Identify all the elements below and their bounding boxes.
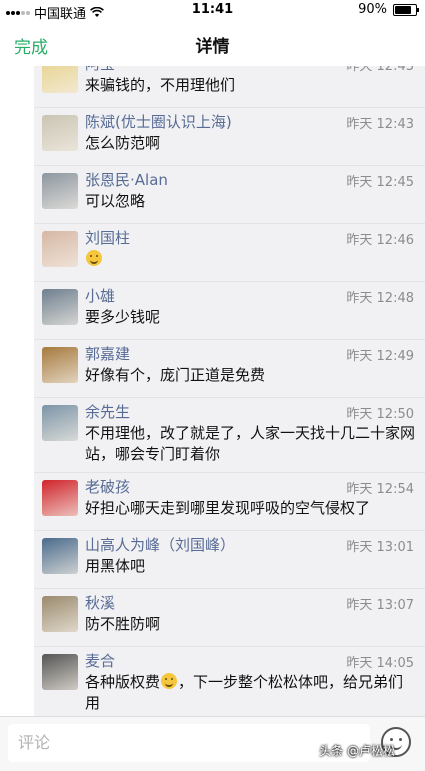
avatar[interactable] <box>42 654 78 690</box>
comment-time: 昨天 12:54 <box>346 482 414 497</box>
comment-time: 昨天 12:46 <box>346 233 414 248</box>
comment-time: 昨天 12:43 <box>346 117 414 132</box>
comment-item[interactable]: 刘国柱 昨天 12:46 <box>34 224 425 282</box>
smiling-face-emoji <box>86 250 102 266</box>
commenter-name[interactable]: 刘国柱 <box>85 227 130 248</box>
comment-text: 用黑体吧 <box>85 557 146 575</box>
commenter-name[interactable]: 山高人为峰（刘国峰） <box>85 534 235 555</box>
comment-text: 好担心哪天走到哪里发现呼吸的空气侵权了 <box>85 499 371 517</box>
comment-item[interactable]: 余先生 昨天 12:50 不用理他，改了就是了，人家一天找十几二十家网站，哪会专门盯… <box>34 398 425 473</box>
comment-time: 昨天 12:48 <box>346 291 414 306</box>
commenter-name[interactable]: 郭嘉建 <box>85 343 130 364</box>
commenter-name[interactable]: 小雄 <box>85 285 115 306</box>
battery-percent: 90% <box>358 2 387 17</box>
comment-text: 要多少钱呢 <box>85 308 161 326</box>
avatar[interactable] <box>42 405 78 441</box>
status-bar: 中国联通 11:41 90% <box>0 0 425 22</box>
comment-item[interactable]: 秋溪 昨天 13:07 防不胜防啊 <box>34 589 425 647</box>
comment-item[interactable]: 阿宝 昨天 12:43 来骗钱的，不用理他们 <box>34 66 425 108</box>
commenter-name[interactable]: 老破孩 <box>85 476 130 497</box>
comment-text: 好像有个，庞门正道是免费 <box>85 366 266 384</box>
avatar[interactable] <box>42 66 78 93</box>
comment-text: 不用理他，改了就是了，人家一天找十几二十家网站，哪会专门盯着你 <box>85 424 416 463</box>
comment-item[interactable]: 山高人为峰（刘国峰） 昨天 13:01 用黑体吧 <box>34 531 425 589</box>
comment-time: 昨天 12:43 <box>346 66 414 74</box>
status-right: 90% <box>358 2 419 17</box>
comments-panel: 阿宝昨天 12:43来骗钱的，不用理他们陈斌(优士圈认识上海)昨天 12:43怎… <box>34 66 425 716</box>
page-title: 详情 <box>195 37 230 57</box>
nav-bar: 完成 详情 <box>0 20 425 66</box>
comment-text <box>85 249 415 270</box>
comment-time: 昨天 12:45 <box>346 175 414 190</box>
commenter-name[interactable]: 陈斌(优士圈认识上海) <box>85 111 232 132</box>
comment-item[interactable]: 张恩民·Alan 昨天 12:45 可以忽略 <box>34 166 425 224</box>
avatar[interactable] <box>42 289 78 325</box>
commenter-name[interactable]: 余先生 <box>85 401 130 422</box>
comment-text: 可以忽略 <box>85 192 146 210</box>
comment-item[interactable]: 陈斌(优士圈认识上海) 昨天 12:43 怎么防范啊 <box>34 108 425 166</box>
comment-time: 昨天 13:01 <box>346 540 414 555</box>
commenter-name[interactable]: 秋溪 <box>85 592 115 613</box>
watermark: 头条 @卢松松 <box>319 744 395 758</box>
avatar[interactable] <box>42 347 78 383</box>
commenter-name[interactable]: 麦合 <box>85 650 115 671</box>
battery-icon <box>393 3 419 16</box>
comment-item[interactable]: 麦合 昨天 14:05 各种版权费 ，下一步整个松松体吧，给兄弟们用 <box>34 647 425 716</box>
comment-item[interactable]: 郭嘉建 昨天 12:49 好像有个，庞门正道是免费 <box>34 340 425 398</box>
comment-item[interactable]: 小雄 昨天 12:48 要多少钱呢 <box>34 282 425 340</box>
comment-text: 怎么防范啊 <box>85 134 161 152</box>
commenter-name[interactable]: 阿宝 <box>85 66 115 74</box>
comment-list[interactable]: 阿宝昨天 12:43来骗钱的，不用理他们陈斌(优士圈认识上海)昨天 12:43怎… <box>0 66 425 716</box>
avatar[interactable] <box>42 173 78 209</box>
comment-time: 昨天 14:05 <box>346 656 414 671</box>
comment-time: 昨天 12:49 <box>346 349 414 364</box>
avatar[interactable] <box>42 480 78 516</box>
avatar[interactable] <box>42 538 78 574</box>
comment-text-part: 各种版权费 <box>85 673 161 691</box>
crying-face-emoji <box>161 673 178 689</box>
avatar[interactable] <box>42 115 78 151</box>
avatar[interactable] <box>42 596 78 632</box>
comment-input[interactable]: 评论 <box>8 724 370 762</box>
comment-item[interactable]: 老破孩 昨天 12:54 好担心哪天走到哪里发现呼吸的空气侵权了 <box>34 473 425 531</box>
comment-text: 来骗钱的，不用理他们 <box>85 76 236 94</box>
comment-time: 昨天 12:50 <box>346 407 414 422</box>
comment-text: 各种版权费 ，下一步整个松松体吧，给兄弟们用 <box>85 672 415 714</box>
comment-time: 昨天 13:07 <box>346 598 414 613</box>
comment-text: 防不胜防啊 <box>85 615 161 633</box>
avatar[interactable] <box>42 231 78 267</box>
commenter-name[interactable]: 张恩民·Alan <box>85 169 168 190</box>
